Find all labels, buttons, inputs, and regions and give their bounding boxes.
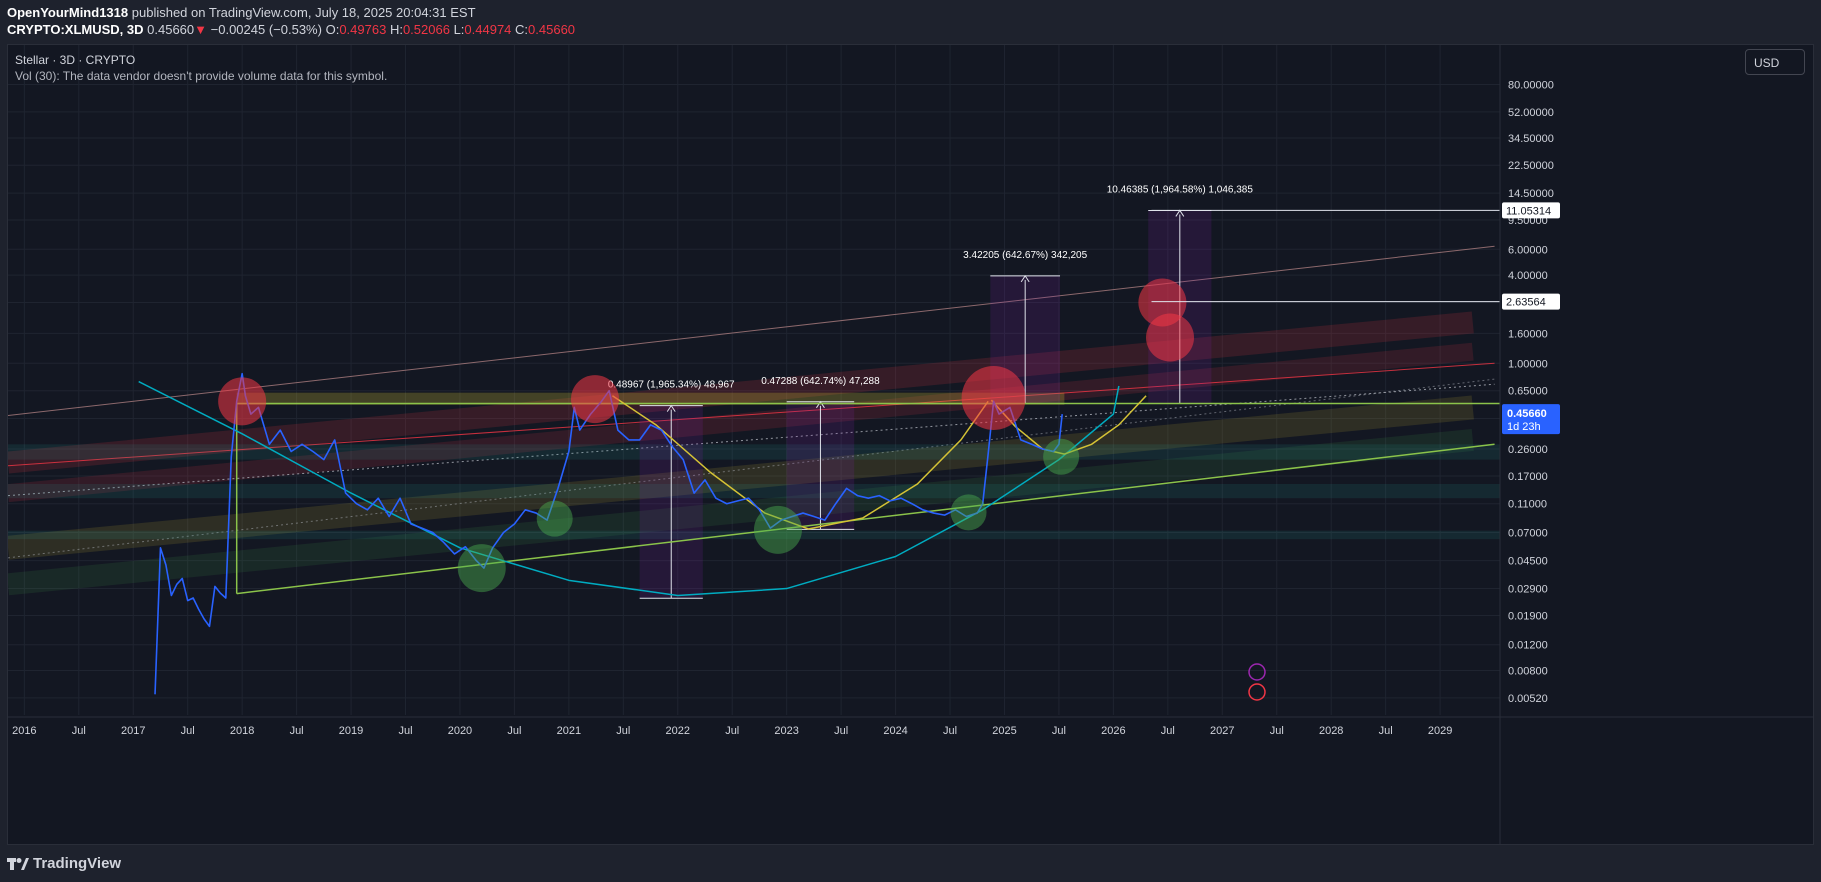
low-label: L: <box>453 22 465 37</box>
high-value: 0.52066 <box>402 22 450 37</box>
close-value: 0.45660 <box>528 22 576 37</box>
x-tick-label: Jul <box>834 725 848 737</box>
target-price-badge-text: 11.05314 <box>1506 205 1551 217</box>
last-price: 0.45660 <box>147 22 195 37</box>
x-tick-label: Jul <box>1161 725 1175 737</box>
x-tick-label: Jul <box>1052 725 1066 737</box>
measurement-label: 10.46385 (1,964.58%) 1,046,385 <box>1107 184 1254 195</box>
red-zone-marker <box>570 375 619 424</box>
ohlc-line: CRYPTO:XLMUSD, 3D 0.45660▼ −0.00245 (−0.… <box>7 22 575 37</box>
footer: TradingView <box>0 845 1821 882</box>
open-label: O: <box>325 22 340 37</box>
x-tick-label: 2019 <box>339 725 363 737</box>
tradingview-logo-text: TradingView <box>33 855 122 872</box>
y-tick-label: 0.02900 <box>1508 584 1548 596</box>
x-tick-label: 2023 <box>774 725 798 737</box>
x-tick-label: 2018 <box>230 725 254 737</box>
green-zone-marker <box>753 505 802 554</box>
y-tick-label: 0.11000 <box>1508 499 1547 511</box>
x-tick-label: 2028 <box>1319 725 1343 737</box>
x-tick-label: 2020 <box>448 725 472 737</box>
chart-legend-title[interactable]: Stellar · 3D · CRYPTO <box>15 53 135 67</box>
x-tick-label: Jul <box>398 725 412 737</box>
red-zone-marker <box>218 377 267 426</box>
y-tick-label: 6.00000 <box>1508 244 1548 256</box>
published-text: published on TradingView.com, July 18, 2… <box>131 5 476 20</box>
x-tick-label: 2017 <box>121 725 145 737</box>
x-tick-label: Jul <box>725 725 739 737</box>
y-tick-label: 0.01200 <box>1508 640 1548 652</box>
y-tick-label: 0.04500 <box>1508 556 1548 568</box>
measurement-label: 0.48967 (1,965.34%) 48,967 <box>608 380 735 391</box>
y-tick-label: 1.00000 <box>1508 358 1548 370</box>
green-zone-marker <box>950 494 987 531</box>
y-tick-label: 1.60000 <box>1508 328 1548 340</box>
chart-canvas[interactable]: 0.48967 (1,965.34%) 48,967 0.47288 (642.7… <box>8 45 1814 845</box>
open-value: 0.49763 <box>339 22 387 37</box>
y-tick-label: 22.50000 <box>1508 160 1554 172</box>
red-zone-marker <box>1146 313 1195 362</box>
publication-header: OpenYourMind1318 published on TradingVie… <box>0 0 1821 44</box>
author-line: OpenYourMind1318 published on TradingVie… <box>7 5 476 20</box>
y-tick-label: 0.01900 <box>1508 610 1548 622</box>
x-tick-label: Jul <box>181 725 195 737</box>
y-tick-label: 0.00800 <box>1508 665 1548 677</box>
target-price-badge-text: 2.63564 <box>1506 297 1546 309</box>
x-tick-label: Jul <box>290 725 304 737</box>
x-tick-label: 2024 <box>883 725 907 737</box>
measurement-label: 3.42205 (642.67%) 342,205 <box>963 250 1087 261</box>
high-label: H: <box>389 22 403 37</box>
y-tick-label: 80.00000 <box>1508 79 1554 91</box>
y-tick-label: 0.00520 <box>1508 693 1548 705</box>
volume-note: Vol (30): The data vendor doesn't provid… <box>15 69 388 83</box>
ideas-icon[interactable] <box>1248 663 1266 681</box>
green-zone-marker <box>457 544 506 593</box>
symbol-label: CRYPTO:XLMUSD, 3D <box>7 22 144 37</box>
author-name[interactable]: OpenYourMind1318 <box>7 5 128 20</box>
x-tick-label: 2022 <box>666 725 690 737</box>
x-tick-label: 2026 <box>1101 725 1125 737</box>
horizontal-support-zone <box>8 484 1500 499</box>
x-tick-label: Jul <box>1270 725 1284 737</box>
y-tick-label: 34.50000 <box>1508 133 1554 145</box>
green-zone-marker <box>536 500 573 537</box>
x-tick-label: 2027 <box>1210 725 1234 737</box>
x-tick-label: 2025 <box>992 725 1016 737</box>
green-zone-marker <box>1043 438 1080 475</box>
price-change: −0.00245 (−0.53%) <box>210 22 322 37</box>
y-tick-label: 4.00000 <box>1508 270 1548 282</box>
x-tick-label: 2016 <box>12 725 36 737</box>
x-tick-label: Jul <box>507 725 521 737</box>
x-tick-label: Jul <box>1379 725 1393 737</box>
down-arrow-icon: ▼ <box>194 22 208 37</box>
current-price-badge-text: 0.45660 <box>1507 408 1547 420</box>
y-tick-label: 52.00000 <box>1508 107 1554 119</box>
tradingview-logo[interactable]: TradingView <box>7 855 121 872</box>
y-tick-label: 0.26000 <box>1508 444 1548 456</box>
x-tick-label: Jul <box>943 725 957 737</box>
y-tick-label: 14.50000 <box>1508 188 1554 200</box>
low-value: 0.44974 <box>464 22 512 37</box>
chart-pane[interactable]: 0.48967 (1,965.34%) 48,967 0.47288 (642.7… <box>7 44 1814 845</box>
y-tick-label: 0.07000 <box>1508 527 1548 539</box>
red-zone-marker <box>961 365 1026 430</box>
bar-countdown: 1d 23h <box>1507 421 1541 433</box>
close-label: C: <box>515 22 529 37</box>
x-tick-label: Jul <box>72 725 86 737</box>
x-tick-label: Jul <box>616 725 630 737</box>
y-tick-label: 0.65000 <box>1508 386 1548 398</box>
x-tick-label: 2029 <box>1428 725 1452 737</box>
x-tick-label: 2021 <box>557 725 581 737</box>
measurement-label: 0.47288 (642.74%) 47,288 <box>761 376 880 387</box>
tradingview-logo-icon <box>7 857 29 870</box>
currency-button[interactable]: USD <box>1745 49 1805 75</box>
y-tick-label: 0.17000 <box>1508 471 1548 483</box>
